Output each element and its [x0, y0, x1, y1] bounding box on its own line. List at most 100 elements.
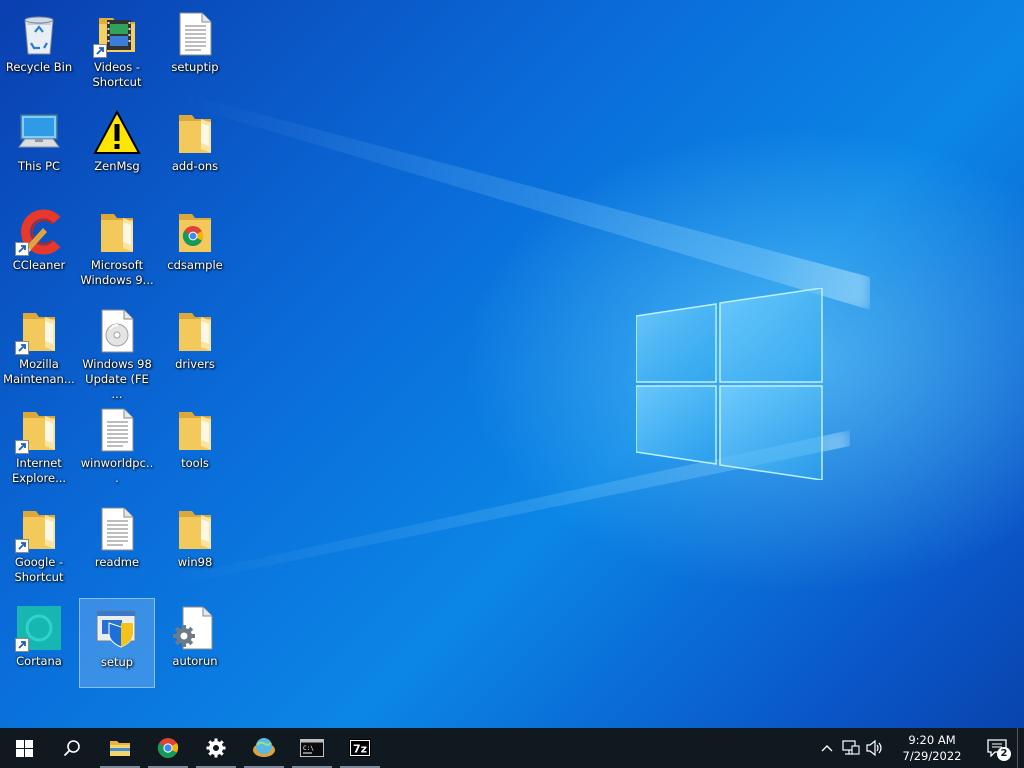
- wallpaper-windows-logo: [636, 288, 823, 480]
- warning-icon: [93, 109, 141, 157]
- shortcut-arrow-icon: [15, 440, 29, 454]
- desktop-icon-windows-98-update-fe[interactable]: Windows 98 Update (FE ...: [79, 301, 155, 401]
- desktop-icon-internet-explore[interactable]: Internet Explore...: [1, 400, 77, 490]
- desktop-icon-label: Cortana: [16, 654, 62, 668]
- shortcut-arrow-icon: [15, 638, 29, 652]
- desktop-icon-label: Internet Explore...: [11, 456, 67, 485]
- volume-tray-button[interactable]: [863, 728, 887, 768]
- show-hidden-icons-button[interactable]: [815, 728, 839, 768]
- desktop-icon-label: CCleaner: [12, 258, 66, 272]
- command-prompt-button[interactable]: C:\: [288, 728, 336, 768]
- terminal-icon: C:\: [300, 739, 324, 757]
- desktop-icon-label: cdsample: [167, 258, 223, 272]
- desktop-icon-add-ons[interactable]: add-ons: [157, 103, 233, 193]
- shortcut-arrow-icon: [93, 44, 107, 58]
- speaker-icon: [866, 740, 882, 756]
- network-app-button[interactable]: [240, 728, 288, 768]
- shortcut-arrow-icon: [15, 242, 29, 256]
- desktop-icon-win98[interactable]: win98: [157, 499, 233, 589]
- desktop-icon-ccleaner[interactable]: CCleaner: [1, 202, 77, 292]
- desktop-icon-mozilla-maintenan[interactable]: Mozilla Maintenan...: [1, 301, 77, 391]
- desktop-icon-this-pc[interactable]: This PC: [1, 103, 77, 193]
- folder-icon: [171, 109, 219, 157]
- desktop-icon-label: tools: [181, 456, 209, 470]
- svg-text:C:\: C:\: [303, 745, 314, 752]
- setup-icon: [93, 605, 141, 653]
- this-pc-icon: [15, 109, 63, 157]
- desktop-icon-setup[interactable]: setup: [79, 598, 155, 688]
- text-file-icon: [93, 406, 141, 454]
- desktop-icon-readme[interactable]: readme: [79, 499, 155, 589]
- desktop-icon-label: This PC: [17, 159, 61, 173]
- desktop-icon-drivers[interactable]: drivers: [157, 301, 233, 391]
- desktop-icon-setuptip[interactable]: setuptip: [157, 4, 233, 94]
- desktop-icon-label: win98: [177, 555, 213, 569]
- windows-logo-icon: [15, 739, 33, 757]
- videos-folder-icon: [93, 10, 141, 58]
- desktop-icon-winworldpc[interactable]: winworldpc...: [79, 400, 155, 490]
- folder-icon: [171, 505, 219, 553]
- network-icon: [842, 740, 860, 755]
- 7zip-button[interactable]: 7z: [336, 728, 384, 768]
- taskbar: C:\ 7z 9:20 AM 7/29/2022 2: [0, 728, 1024, 768]
- chevron-up-icon: [821, 745, 833, 752]
- desktop-icon-label: add-ons: [171, 159, 219, 173]
- desktop-icon-autorun[interactable]: autorun: [157, 598, 233, 688]
- show-desktop-button[interactable]: [1017, 728, 1024, 768]
- desktop-icon-label: Google - Shortcut: [14, 555, 64, 584]
- text-file-icon: [93, 505, 141, 553]
- recycle-bin-icon: [15, 10, 63, 58]
- 7zip-label: 7z: [353, 743, 367, 756]
- desktop-icon-label: Mozilla Maintenan...: [3, 357, 75, 386]
- text-file-icon: [171, 10, 219, 58]
- action-center-button[interactable]: 2: [977, 728, 1017, 768]
- disc-file-icon: [93, 307, 141, 355]
- folder-icon: [15, 307, 63, 355]
- notification-count-badge: 2: [997, 747, 1011, 761]
- search-button[interactable]: [48, 728, 96, 768]
- settings-file-icon: [171, 604, 219, 652]
- folder-icon: [171, 406, 219, 454]
- desktop-icon-label: ZenMsg: [94, 159, 140, 173]
- desktop-icon-google-shortcut[interactable]: Google - Shortcut: [1, 499, 77, 589]
- desktop-icon-zenmsg[interactable]: ZenMsg: [79, 103, 155, 193]
- wallpaper-light-beam-top: [170, 90, 870, 310]
- settings-button[interactable]: [192, 728, 240, 768]
- clock-time: 9:20 AM: [908, 733, 956, 747]
- desktop-icon-label: autorun: [172, 654, 218, 668]
- chrome-icon: [157, 738, 179, 758]
- desktop-icon-label: readme: [94, 555, 140, 569]
- clock-date: 7/29/2022: [902, 749, 962, 763]
- desktop-icon-cortana[interactable]: Cortana: [1, 598, 77, 688]
- desktop-icon-label: Microsoft Windows 9...: [80, 258, 154, 287]
- globe-icon: [253, 738, 275, 757]
- desktop-icon-label: Windows 98 Update (FE ...: [82, 357, 152, 401]
- desktop-icon-cdsample[interactable]: cdsample: [157, 202, 233, 292]
- start-button[interactable]: [0, 728, 48, 768]
- folder-icon: [15, 406, 63, 454]
- clock[interactable]: 9:20 AM 7/29/2022: [893, 732, 971, 764]
- desktop-icon-videos-shortcut[interactable]: Videos - Shortcut: [79, 4, 155, 94]
- desktop-icon-label: Recycle Bin: [5, 60, 73, 74]
- ccleaner-icon: [15, 208, 63, 256]
- desktop-icon-label: drivers: [175, 357, 215, 371]
- file-explorer-button[interactable]: [96, 728, 144, 768]
- system-tray: 9:20 AM 7/29/2022 2: [815, 728, 1024, 768]
- cortana-icon: [15, 604, 63, 652]
- folder-icon: [171, 307, 219, 355]
- network-tray-button[interactable]: [839, 728, 863, 768]
- gear-icon: [206, 738, 226, 758]
- chrome-folder-icon: [171, 208, 219, 256]
- desktop-icon-label: Videos - Shortcut: [92, 60, 142, 89]
- shortcut-arrow-icon: [15, 341, 29, 355]
- desktop-icon-recycle-bin[interactable]: Recycle Bin: [1, 4, 77, 94]
- chrome-button[interactable]: [144, 728, 192, 768]
- desktop-icon-microsoft-windows-9[interactable]: Microsoft Windows 9...: [79, 202, 155, 292]
- desktop-icon-label: winworldpc...: [80, 456, 154, 485]
- desktop-icon-tools[interactable]: tools: [157, 400, 233, 490]
- desktop-icon-label: setuptip: [171, 60, 219, 74]
- folder-icon: [15, 505, 63, 553]
- folder-icon: [110, 741, 130, 756]
- search-icon: [63, 740, 80, 757]
- desktop-icon-label: setup: [100, 655, 134, 669]
